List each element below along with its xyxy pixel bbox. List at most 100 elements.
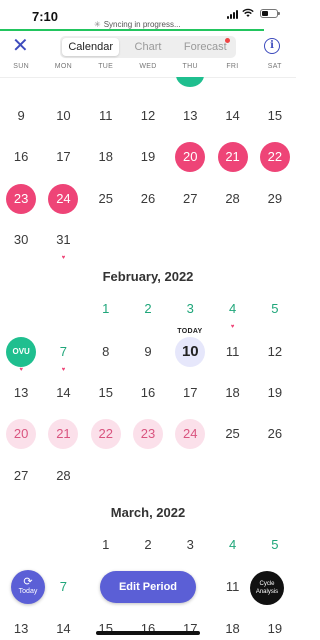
day-cell[interactable]: 24 xyxy=(48,184,79,214)
calendar-scroll[interactable]: 9 10 11 12 13 14 15 16 17 18 19 20 21 22 23 24 25 26 27 28 2… xyxy=(0,77,296,640)
heart-icon: ♥ xyxy=(19,367,23,373)
battery-icon xyxy=(260,9,280,18)
day-cell[interactable]: 13 xyxy=(175,101,205,131)
day-cell[interactable]: 16 xyxy=(133,378,163,408)
day-cell[interactable]: 5 xyxy=(260,294,290,324)
day-cell[interactable]: 2 xyxy=(133,294,163,324)
day-cell[interactable]: 19 xyxy=(133,142,163,172)
day-cell[interactable]: 16 xyxy=(6,142,36,172)
day-cell[interactable]: 1 xyxy=(91,530,121,560)
cycle-analysis-button[interactable]: Cycle Analysis xyxy=(250,571,284,605)
day-cell[interactable]: 17 xyxy=(48,142,78,172)
day-number: 18 xyxy=(225,621,240,636)
day-cell[interactable]: 31 ♥ xyxy=(48,225,78,261)
day-cell[interactable]: 8 xyxy=(91,337,121,367)
day-cell[interactable]: 11 xyxy=(218,337,248,367)
day-cell[interactable]: 3 xyxy=(175,530,205,560)
weekday-label: WED xyxy=(139,63,157,70)
day-cell[interactable]: 17 xyxy=(175,614,205,640)
day-cell[interactable]: 24 xyxy=(175,419,206,449)
day-cell[interactable]: 26 xyxy=(133,184,163,214)
day-cell[interactable]: 1 xyxy=(91,294,121,324)
day-cell[interactable]: 10 xyxy=(48,101,78,131)
day-cell[interactable]: 21 xyxy=(48,419,79,449)
week-row: OVU ♥ 7 ♥ 8 9 10 11 12 xyxy=(0,337,296,373)
ovulation-day[interactable]: OVU ♥ xyxy=(6,337,37,373)
day-cell[interactable]: 19 xyxy=(260,614,290,640)
day-cell[interactable]: 20 xyxy=(6,419,37,449)
day-number: 28 xyxy=(225,191,240,206)
day-cell[interactable]: 16 xyxy=(133,614,163,640)
week-row: 23 24 25 26 27 28 29 xyxy=(0,184,296,218)
day-number: 24 xyxy=(56,191,71,206)
day-number: 7 xyxy=(59,579,68,594)
tab-chart[interactable]: Chart xyxy=(119,38,176,56)
day-cell[interactable]: 11 xyxy=(218,572,248,602)
today-button-label: Today xyxy=(18,588,38,595)
day-number: 14 xyxy=(56,385,71,400)
day-cell[interactable]: 26 xyxy=(260,419,290,449)
day-cell[interactable]: 4 ♥ xyxy=(218,294,248,330)
day-cell[interactable]: 22 xyxy=(90,419,121,449)
day-cell[interactable]: 7 xyxy=(48,572,78,602)
day-cell[interactable]: 23 xyxy=(6,184,37,214)
day-number: 22 xyxy=(98,426,113,441)
edit-period-button[interactable]: Edit Period xyxy=(100,571,196,603)
day-cell[interactable]: 22 xyxy=(259,142,290,172)
day-number: 5 xyxy=(271,301,279,316)
sync-status: ✳ Syncing in progress... xyxy=(94,20,181,29)
refresh-icon: ⟳ xyxy=(23,576,33,588)
day-cell[interactable]: 15 xyxy=(91,614,121,640)
day-cell[interactable]: 2 xyxy=(133,530,163,560)
day-cell[interactable]: 25 xyxy=(218,419,248,449)
tab-label: Forecast xyxy=(183,41,227,53)
day-cell[interactable]: 25 xyxy=(91,184,121,214)
info-icon[interactable]: i xyxy=(264,38,280,54)
day-cell[interactable]: 23 xyxy=(133,419,163,449)
day-cell[interactable]: 11 xyxy=(91,101,121,131)
day-cell[interactable]: 21 xyxy=(217,142,248,172)
day-cell[interactable]: 10 xyxy=(175,337,206,367)
day-cell[interactable]: 3 xyxy=(175,294,205,324)
day-cell[interactable]: 9 xyxy=(133,337,163,367)
day-cell[interactable]: 12 xyxy=(260,337,290,367)
day-cell[interactable]: 29 xyxy=(260,184,290,214)
day-number: 23 xyxy=(140,426,156,441)
day-cell[interactable]: 5 xyxy=(260,530,290,560)
day-cell[interactable]: 15 xyxy=(91,378,121,408)
day-cell[interactable]: 17 xyxy=(175,378,205,408)
tab-forecast[interactable]: Forecast xyxy=(177,38,234,56)
day-cell[interactable]: 30 xyxy=(6,225,36,255)
sync-text: Syncing in progress... xyxy=(103,20,181,29)
day-cell[interactable]: 15 xyxy=(260,101,290,131)
day-cell[interactable]: 20 xyxy=(175,142,206,172)
day-cell[interactable]: 28 xyxy=(218,184,248,214)
day-cell[interactable]: 18 xyxy=(218,614,248,640)
day-number: 9 xyxy=(144,344,152,359)
day-cell[interactable]: 7 ♥ xyxy=(48,337,78,373)
day-cell[interactable]: 13 xyxy=(6,378,36,408)
day-cell[interactable]: 4 xyxy=(218,530,248,560)
day-number: 31 xyxy=(56,232,71,247)
day-cell[interactable]: 13 xyxy=(6,614,36,640)
day-cell[interactable]: 14 xyxy=(48,378,78,408)
day-cell[interactable]: 27 xyxy=(6,461,36,491)
day-number: 1 xyxy=(102,301,110,316)
tab-calendar[interactable]: Calendar xyxy=(62,38,120,56)
day-cell[interactable]: 14 xyxy=(48,614,78,640)
day-number: 25 xyxy=(225,426,240,441)
day-cell[interactable]: 27 xyxy=(175,184,205,214)
day-number: OVU xyxy=(12,347,30,356)
day-cell[interactable]: 19 xyxy=(260,378,290,408)
day-cell[interactable]: 12 xyxy=(133,101,163,131)
day-number: 29 xyxy=(267,191,283,206)
day-cell[interactable]: 28 xyxy=(48,461,78,491)
close-icon[interactable]: ✕ xyxy=(12,36,29,56)
day-cell[interactable]: 18 xyxy=(91,142,121,172)
day-number: 9 xyxy=(17,108,25,123)
day-cell[interactable]: 14 xyxy=(218,101,248,131)
day-cell[interactable]: 9 xyxy=(6,101,36,131)
today-button[interactable]: ⟳ Today xyxy=(11,570,45,604)
day-cell[interactable]: 18 xyxy=(218,378,248,408)
day-number: 11 xyxy=(225,344,240,359)
